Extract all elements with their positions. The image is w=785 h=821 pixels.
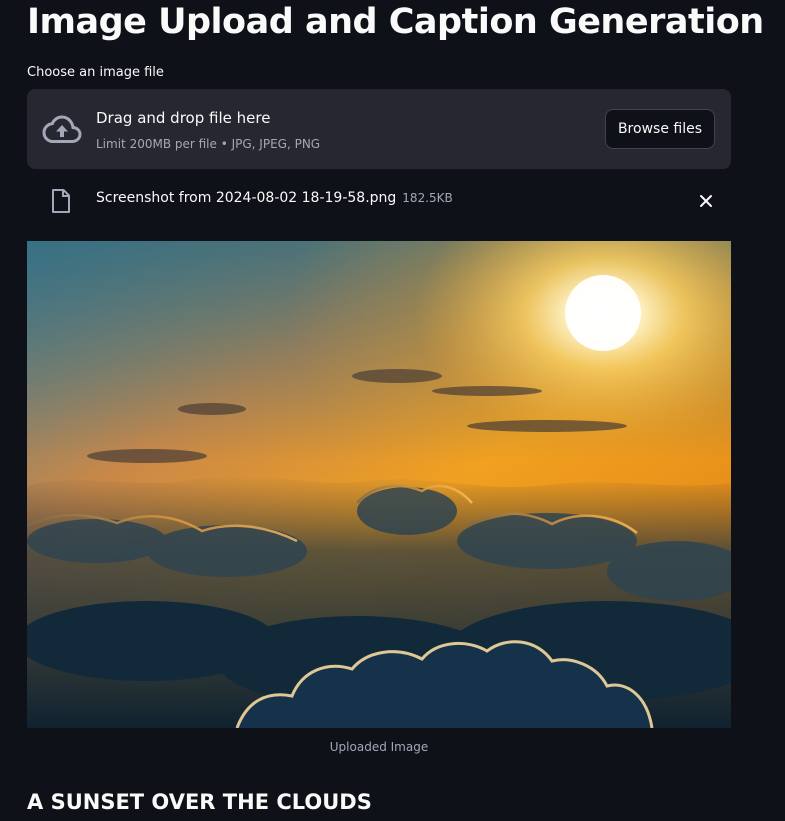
- uploaded-image: [27, 241, 731, 728]
- uploader-label: Choose an image file: [27, 65, 164, 80]
- cloud-upload-icon: [42, 115, 82, 143]
- file-dropzone[interactable]: Drag and drop file here Limit 200MB per …: [27, 89, 731, 169]
- drop-title: Drag and drop file here: [96, 109, 271, 127]
- page-title: Image Upload and Caption Generation: [27, 2, 764, 42]
- image-caption: Uploaded Image: [329, 740, 429, 754]
- file-icon: [52, 189, 70, 213]
- uploaded-file-name: Screenshot from 2024-08-02 18-19-58.png 1…: [96, 190, 453, 206]
- file-size: 182.5KB: [402, 191, 453, 205]
- generated-caption: A SUNSET OVER THE CLOUDS: [27, 790, 372, 814]
- uploaded-file-row: Screenshot from 2024-08-02 18-19-58.png 1…: [27, 180, 731, 220]
- close-icon[interactable]: [695, 190, 717, 212]
- app-page: Image Upload and Caption Generation Choo…: [0, 0, 785, 821]
- drop-limit-text: Limit 200MB per file • JPG, JPEG, PNG: [96, 137, 321, 151]
- sunset-over-clouds-image: [27, 241, 731, 728]
- browse-files-button[interactable]: Browse files: [604, 109, 715, 149]
- file-name-text: Screenshot from 2024-08-02 18-19-58.png: [96, 190, 397, 206]
